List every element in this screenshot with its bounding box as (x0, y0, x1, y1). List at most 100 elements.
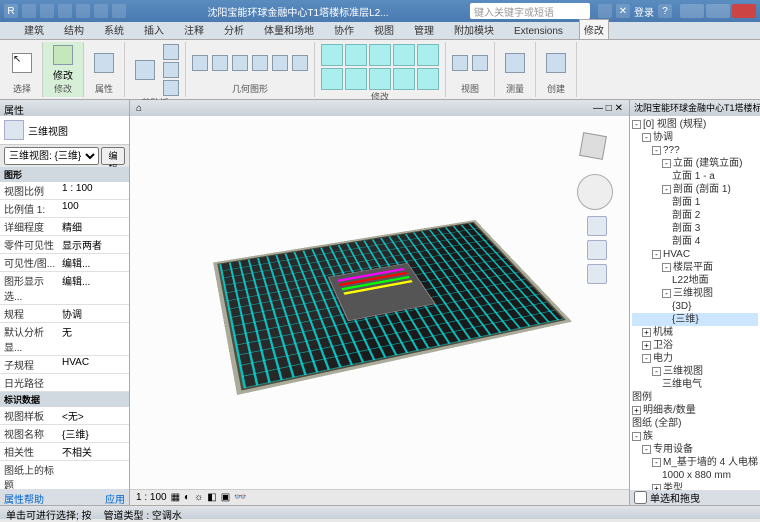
tree-node[interactable]: +卫浴 (632, 339, 758, 352)
align-icon[interactable] (321, 44, 343, 66)
property-value[interactable]: HVAC (60, 356, 129, 373)
exchange-icon[interactable]: ✕ (616, 4, 630, 18)
app-menu-icon[interactable]: R (4, 4, 18, 18)
browser-tree[interactable]: -[0] 视图 (规程)-协调-???-立面 (建筑立面)立面 1 - a-剖面… (630, 116, 760, 490)
tree-node[interactable]: -三维视图 (632, 287, 758, 300)
property-row[interactable]: 子规程HVAC (0, 356, 129, 374)
tree-node[interactable]: -协调 (632, 131, 758, 144)
prop-help-link[interactable]: 属性帮助 (4, 491, 44, 503)
properties-button[interactable] (90, 44, 118, 82)
edit-type-button[interactable]: 编辑类型 (101, 147, 125, 165)
footer-checkbox[interactable] (634, 491, 647, 504)
measure-button[interactable] (501, 44, 529, 82)
property-row[interactable]: 规程协调 (0, 305, 129, 323)
tab-analyze[interactable]: 分析 (220, 20, 248, 39)
type-selector[interactable]: 三维视图: {三维} (4, 147, 99, 165)
expander-icon[interactable]: - (642, 445, 651, 454)
subscription-icon[interactable] (598, 4, 612, 18)
copy-icon[interactable] (163, 62, 179, 78)
tab-arch[interactable]: 建筑 (20, 20, 48, 39)
property-row[interactable]: 视图名称{三维} (0, 425, 129, 443)
property-row[interactable]: 详细程度精细 (0, 218, 129, 236)
tree-node[interactable]: {3D} (632, 300, 758, 313)
rotate-icon[interactable] (321, 68, 343, 90)
print-icon[interactable] (94, 4, 108, 18)
save-icon[interactable] (40, 4, 54, 18)
tree-node[interactable]: 剖面 2 (632, 209, 758, 222)
expander-icon[interactable]: - (652, 250, 661, 259)
tree-node[interactable]: -立面 (建筑立面) (632, 157, 758, 170)
property-grid[interactable]: 图形 视图比例1 : 100比例值 1:100详细程度精细零件可见性显示两者可见… (0, 167, 129, 489)
tree-node[interactable]: L22地面 (632, 274, 758, 287)
property-row[interactable]: 视图样板<无> (0, 407, 129, 425)
expander-icon[interactable]: + (632, 406, 641, 415)
split-face-icon[interactable] (272, 55, 288, 71)
expander-icon[interactable]: - (652, 146, 661, 155)
redo-icon[interactable] (76, 4, 90, 18)
tree-node[interactable]: 三维电气 (632, 378, 758, 391)
paint-icon[interactable] (292, 55, 308, 71)
tree-node[interactable]: 剖面 3 (632, 222, 758, 235)
property-row[interactable]: 比例值 1:100 (0, 200, 129, 218)
property-row[interactable]: 日光路径 (0, 374, 129, 392)
measure-icon[interactable] (112, 4, 126, 18)
crop-icon[interactable]: ▣ (221, 492, 230, 503)
zoom-icon[interactable] (587, 240, 607, 260)
tree-node[interactable]: -[0] 视图 (规程) (632, 118, 758, 131)
override-icon[interactable] (472, 55, 488, 71)
expander-icon[interactable]: - (662, 263, 671, 272)
tab-collab[interactable]: 协作 (330, 20, 358, 39)
tab-view[interactable]: 视图 (370, 20, 398, 39)
property-value[interactable]: 编辑... (60, 272, 129, 304)
tree-node[interactable]: -楼层平面 (632, 261, 758, 274)
tree-node[interactable]: -M_基于墙的 4 人电梯 (632, 456, 758, 469)
tree-node[interactable]: 剖面 1 (632, 196, 758, 209)
tab-annotate[interactable]: 注释 (180, 20, 208, 39)
close-button[interactable] (732, 4, 756, 18)
tree-node[interactable]: -专用设备 (632, 443, 758, 456)
property-value[interactable]: 协调 (60, 305, 129, 322)
create-button[interactable] (542, 44, 570, 82)
tree-node[interactable]: 图例 (632, 391, 758, 404)
open-icon[interactable] (22, 4, 36, 18)
mirror-icon[interactable] (369, 44, 391, 66)
cope-icon[interactable] (192, 55, 208, 71)
expander-icon[interactable]: - (662, 159, 671, 168)
offset-icon[interactable] (345, 44, 367, 66)
tree-node[interactable]: 立面 1 - a (632, 170, 758, 183)
login-link[interactable]: 登录 (634, 4, 654, 19)
steering-wheel[interactable] (577, 174, 613, 210)
property-row[interactable]: 图纸上的标题 (0, 461, 129, 489)
expander-icon[interactable]: - (632, 120, 641, 129)
tab-massing[interactable]: 体量和场地 (260, 20, 318, 39)
maximize-button[interactable] (706, 4, 730, 18)
tree-node[interactable]: +机械 (632, 326, 758, 339)
property-value[interactable]: <无> (60, 407, 129, 424)
expander-icon[interactable]: - (652, 458, 661, 467)
expander-icon[interactable]: + (642, 328, 651, 337)
view-tab-controls[interactable]: — □ ✕ (593, 103, 623, 114)
tree-node[interactable]: +类型 (632, 482, 758, 490)
sun-path-icon[interactable]: ☼ (194, 492, 203, 503)
expander-icon[interactable]: - (652, 367, 661, 376)
pan-icon[interactable] (587, 216, 607, 236)
tree-node[interactable]: 图纸 (全部) (632, 417, 758, 430)
tree-node[interactable]: -剖面 (剖面 1) (632, 183, 758, 196)
view-cube[interactable] (573, 126, 613, 166)
array-icon[interactable] (393, 68, 415, 90)
move-icon[interactable] (393, 44, 415, 66)
drawing-area[interactable] (130, 116, 629, 489)
select-button[interactable]: ↖ (8, 44, 36, 82)
property-value[interactable]: 不相关 (60, 443, 129, 460)
property-row[interactable]: 图形显示选...编辑... (0, 272, 129, 305)
property-value[interactable]: 1 : 100 (60, 182, 129, 199)
detail-level-icon[interactable]: ▦ (171, 492, 180, 503)
tree-node[interactable]: {三维} (632, 313, 758, 326)
scale-icon[interactable] (417, 68, 439, 90)
cut-geom-icon[interactable] (212, 55, 228, 71)
visual-style-icon[interactable]: ◐ (184, 492, 190, 503)
search-input[interactable]: 键入关键字或短语 (470, 3, 590, 19)
property-value[interactable]: 精细 (60, 218, 129, 235)
property-row[interactable]: 零件可见性显示两者 (0, 236, 129, 254)
tab-extensions[interactable]: Extensions (510, 24, 567, 39)
